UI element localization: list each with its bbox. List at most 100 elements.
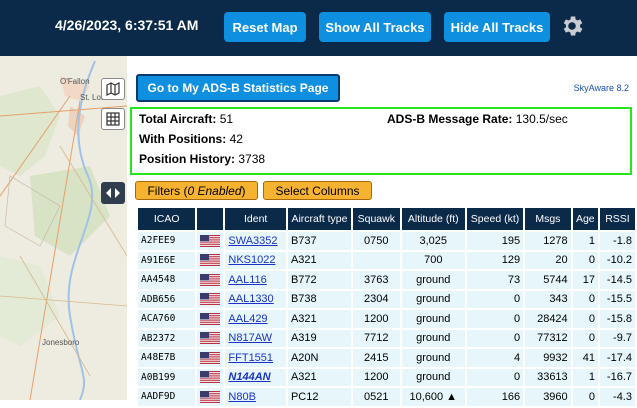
map-layers-icon (106, 82, 120, 96)
filters-close-paren: ) (241, 183, 246, 198)
filters-button[interactable]: Filters (0 Enabled) (135, 181, 258, 200)
cell-rssi: -15.8 (599, 310, 635, 328)
cell-age: 0 (572, 388, 598, 406)
column-header[interactable]: Speed (kt) (466, 208, 524, 230)
cell-msgs: 5744 (525, 271, 571, 289)
with-positions: With Positions: 42 (139, 132, 243, 146)
cell-age: 0 (572, 310, 598, 328)
total-aircraft-value: 51 (219, 112, 234, 126)
position-history-value: 3738 (238, 152, 266, 166)
cell-flag (197, 310, 224, 328)
table-row[interactable]: AB2372 N817AW A319 7712 ground 0 77312 0 -9.7 (138, 329, 635, 347)
reset-map-button[interactable]: Reset Map (224, 12, 306, 42)
table-row[interactable]: A0B199 N144AN A321 1200 ground 0 33613 1 -16.7 (138, 368, 635, 386)
cell-ident: AAL116 (225, 271, 286, 289)
cell-speed: 0 (466, 329, 524, 347)
cell-squawk: 0521 (353, 388, 400, 406)
sidebar-toggle-icon (106, 188, 120, 198)
cell-rssi: -14.5 (599, 271, 635, 289)
cell-icao: A0B199 (138, 368, 196, 386)
map[interactable]: O'Fallon St. Louis Jonesboro (0, 56, 127, 400)
cell-ident: N80B (225, 388, 286, 406)
total-aircraft-label: Total Aircraft: (139, 112, 217, 126)
grid-button[interactable] (101, 108, 125, 130)
filters-label: Filters ( (147, 183, 188, 198)
table-row[interactable]: AA4548 AAL116 B772 3763 ground 73 5744 17 -14.5 (138, 271, 635, 289)
table-row[interactable]: A48E7B FFT1551 A20N 2415 ground 4 9932 41 -17.4 (138, 349, 635, 367)
cell-type: A321 (287, 368, 351, 386)
sidebar-toggle-button[interactable] (101, 182, 125, 204)
ident-link[interactable]: AAL1330 (228, 293, 273, 305)
aircraft-table: ICAO Ident Aircraft type Squawk Altitude (ft… (136, 206, 637, 408)
cell-type: A20N (287, 349, 351, 367)
cell-icao: A48E7B (138, 349, 196, 367)
cell-flag (197, 271, 224, 289)
cell-age: 0 (572, 251, 598, 269)
cell-rssi: -16.7 (599, 368, 635, 386)
cell-rssi: -10.2 (599, 251, 635, 269)
cell-rssi: -9.7 (599, 329, 635, 347)
us-flag-icon (200, 371, 221, 384)
stats-page-button[interactable]: Go to My ADS-B Statistics Page (136, 74, 340, 102)
column-header[interactable]: Aircraft type (287, 208, 351, 230)
column-header[interactable]: Ident (225, 208, 286, 230)
us-flag-icon (200, 332, 221, 345)
cell-squawk: 2415 (353, 349, 400, 367)
message-rate: ADS-B Message Rate: 130.5/sec (387, 112, 568, 126)
table-row[interactable]: ACA760 AAL429 A321 1200 ground 0 28424 0 -15.8 (138, 310, 635, 328)
column-header[interactable]: Squawk (353, 208, 400, 230)
cell-speed: 129 (466, 251, 524, 269)
table-row[interactable]: AADF9D N80B PC12 0521 10,600 ▲ 166 3960 0 -4.3 (138, 388, 635, 406)
map-layers-button[interactable] (101, 78, 125, 100)
cell-flag (197, 251, 224, 269)
cell-type: B738 (287, 290, 351, 308)
show-all-tracks-button[interactable]: Show All Tracks (319, 12, 431, 42)
table-row[interactable]: ADB656 AAL1330 B738 2304 ground 0 343 0 -15.5 (138, 290, 635, 308)
cell-ident: N144AN (225, 368, 286, 386)
ident-link[interactable]: N817AW (228, 332, 272, 344)
gear-icon[interactable] (559, 13, 585, 39)
ident-link[interactable]: N80B (228, 391, 256, 403)
column-header[interactable]: ICAO (138, 208, 196, 230)
cell-speed: 166 (466, 388, 524, 406)
us-flag-icon (200, 254, 221, 267)
cell-squawk (353, 251, 400, 269)
column-header[interactable]: Age (572, 208, 598, 230)
cell-squawk: 2304 (353, 290, 400, 308)
cell-age: 1 (572, 232, 598, 250)
ident-link[interactable]: N144AN (228, 371, 270, 383)
column-header[interactable]: RSSI (599, 208, 635, 230)
table-row[interactable]: A2FEE9 SWA3352 B737 0750 3,025 195 1278 1 -1.8 (138, 232, 635, 250)
cell-alt: ground (401, 271, 465, 289)
ident-link[interactable]: AAL116 (228, 274, 266, 286)
column-header[interactable]: Altitude (ft) (401, 208, 465, 230)
cell-rssi: -17.4 (599, 349, 635, 367)
cell-ident: NKS1022 (225, 251, 286, 269)
column-header[interactable]: Msgs (525, 208, 571, 230)
cell-ident: AAL1330 (225, 290, 286, 308)
ident-link[interactable]: SWA3352 (228, 235, 277, 247)
hide-all-tracks-button[interactable]: Hide All Tracks (444, 12, 550, 42)
cell-alt: 3,025 (401, 232, 465, 250)
cell-type: A321 (287, 310, 351, 328)
total-aircraft: Total Aircraft: 51 (139, 112, 233, 126)
column-header[interactable] (197, 208, 224, 230)
ident-link[interactable]: FFT1551 (228, 352, 273, 364)
table-header-row: ICAO Ident Aircraft type Squawk Altitude (ft… (138, 208, 635, 230)
ident-link[interactable]: NKS1022 (228, 254, 275, 266)
ident-link[interactable]: AAL429 (228, 313, 267, 325)
with-positions-label: With Positions: (139, 132, 227, 146)
cell-speed: 0 (466, 290, 524, 308)
top-bar: 4/26/2023, 6:37:51 AM Reset Map Show All… (0, 0, 637, 56)
cell-type: A319 (287, 329, 351, 347)
stats-box: Total Aircraft: 51 ADS-B Message Rate: 1… (130, 107, 632, 175)
city-label-ofallon: O'Fallon (60, 77, 90, 86)
select-columns-button[interactable]: Select Columns (263, 181, 372, 200)
cell-msgs: 3960 (525, 388, 571, 406)
grid-icon (106, 112, 120, 126)
cell-alt: ground (401, 368, 465, 386)
cell-msgs: 28424 (525, 310, 571, 328)
table-body: A2FEE9 SWA3352 B737 0750 3,025 195 1278 1 -1.8 A9… (138, 232, 635, 406)
cell-alt: ground (401, 349, 465, 367)
table-row[interactable]: A91E6E NKS1022 A321 700 129 20 0 -10.2 (138, 251, 635, 269)
